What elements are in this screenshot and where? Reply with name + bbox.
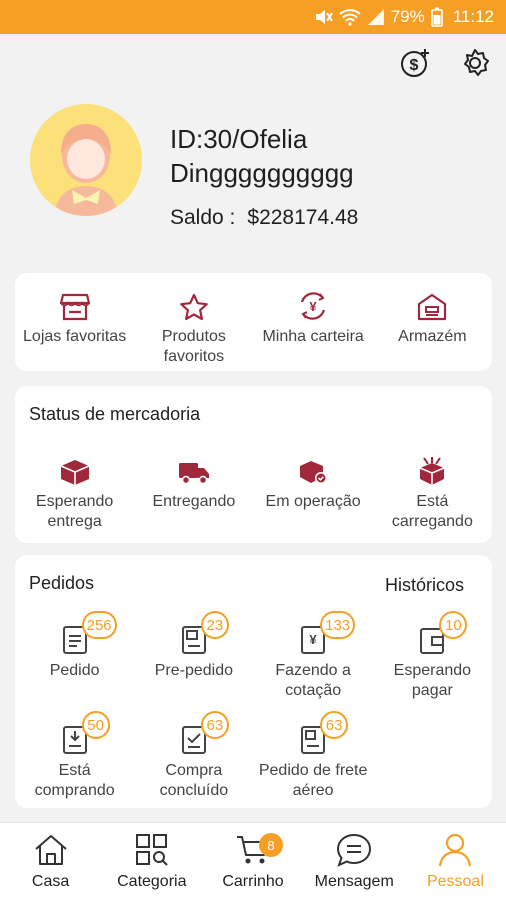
profile-id-name: ID:30/Ofelia Dingggggggggg — [170, 124, 354, 188]
order-pedido[interactable]: 256 Pedido — [15, 611, 134, 701]
tab-mensagem[interactable]: Mensagem — [304, 823, 405, 900]
clock: 11:12 — [452, 7, 494, 26]
orders-title: Pedidos — [29, 573, 95, 593]
tab-carrinho[interactable]: 8 Carrinho — [202, 823, 303, 900]
avatar[interactable] — [30, 104, 142, 216]
status-esperando-entrega[interactable]: Esperando entrega — [15, 452, 134, 532]
order-esta-comprando[interactable]: 50 Está comprando — [15, 711, 134, 801]
status-entregando[interactable]: Entregando — [134, 452, 253, 532]
status-label: Está carregando — [391, 493, 473, 530]
svg-text:¥: ¥ — [310, 632, 318, 647]
tab-label: Mensagem — [314, 873, 394, 890]
shortcuts-card: Lojas favoritas Produtos favoritos ¥ Min… — [15, 273, 492, 371]
battery-percent: 79% — [390, 7, 425, 26]
tab-label: Pessoal — [426, 873, 484, 890]
shortcut-lojas-favoritas[interactable]: Lojas favoritas — [15, 287, 134, 367]
order-frete-aereo[interactable]: 63 Pedido de frete aéreo — [254, 711, 373, 801]
order-esperando-pagar[interactable]: 10 Esperando pagar — [373, 611, 492, 701]
order-label: Pre-pedido — [154, 662, 234, 679]
tab-pessoal[interactable]: Pessoal — [405, 823, 506, 900]
person-icon — [439, 833, 472, 867]
bottom-nav: Casa Categoria 8 Carrinho Mensagem Pesso… — [0, 822, 506, 900]
order-label: Fazendo a cotação — [275, 662, 351, 699]
mute-icon — [315, 10, 333, 24]
shortcut-label: Lojas favoritas — [23, 328, 127, 345]
tab-label: Categoria — [117, 873, 187, 890]
settings-gear-icon[interactable] — [458, 46, 492, 80]
order-fazendo-cotacao[interactable]: ¥133 Fazendo a cotação — [254, 611, 373, 701]
shortcut-label: Minha carteira — [262, 328, 364, 345]
order-count-badge: 63 — [320, 711, 349, 739]
order-count-badge: 50 — [81, 711, 110, 739]
order-label: Pedido de frete aéreo — [258, 762, 368, 799]
status-label: Esperando entrega — [35, 493, 114, 530]
tab-casa[interactable]: Casa — [0, 823, 101, 900]
message-icon — [337, 833, 372, 867]
wifi-icon — [339, 9, 361, 26]
home-icon — [34, 835, 67, 865]
status-bar: 79% 11:12 — [0, 0, 506, 34]
store-icon — [59, 293, 90, 321]
status-label: Em operação — [265, 493, 361, 510]
orders-card: Pedidos Históricos 256 Pedido 23 Pre-ped… — [15, 555, 492, 808]
order-compra-concluido[interactable]: 63 Compra concluído — [134, 711, 253, 801]
category-icon — [135, 834, 168, 866]
shortcut-label: Armazém — [398, 328, 467, 345]
svg-text:¥: ¥ — [310, 299, 318, 314]
box-icon — [60, 460, 89, 485]
battery-icon — [430, 7, 443, 27]
balance-value: $228174.48 — [247, 206, 359, 229]
order-count-badge: 133 — [320, 611, 356, 639]
loading-box-icon — [420, 457, 445, 485]
tab-label: Casa — [31, 873, 70, 890]
status-label: Entregando — [152, 493, 236, 510]
status-em-operacao[interactable]: Em operação — [254, 452, 373, 532]
goods-status-title: Status de mercadoria — [29, 404, 201, 424]
tab-categoria[interactable]: Categoria — [101, 823, 202, 900]
top-actions: $ — [398, 46, 492, 80]
tab-label: Carrinho — [222, 873, 284, 890]
order-label: Esperando pagar — [393, 662, 472, 699]
shortcut-label: Produtos favoritos — [161, 328, 226, 365]
processing-icon — [300, 461, 328, 484]
status-esta-carregando[interactable]: Está carregando — [373, 452, 492, 532]
order-label: Pedido — [49, 662, 100, 679]
orders-history-link[interactable]: Históricos — [385, 575, 464, 596]
goods-status-card: Status de mercadoria Esperando entrega E… — [15, 386, 492, 543]
order-count-badge: 23 — [200, 611, 229, 639]
order-count-badge: 63 — [200, 711, 229, 739]
shortcut-minha-carteira[interactable]: ¥ Minha carteira — [254, 287, 373, 367]
order-label: Está comprando — [34, 762, 115, 799]
balance-label: Saldo : — [170, 206, 236, 229]
warehouse-icon — [418, 293, 447, 321]
order-label: Compra concluído — [159, 762, 229, 799]
star-icon — [180, 293, 208, 321]
svg-text:$: $ — [410, 57, 419, 74]
yen-exchange-icon: ¥ — [301, 292, 326, 320]
order-pre-pedido[interactable]: 23 Pre-pedido — [134, 611, 253, 701]
shortcut-armazem[interactable]: Armazém — [373, 287, 492, 367]
balance: Saldo : $228174.48 — [170, 206, 358, 230]
order-count-badge: 10 — [439, 611, 468, 639]
empty-cell — [373, 721, 492, 801]
truck-icon — [178, 463, 209, 485]
add-money-icon[interactable]: $ — [398, 46, 432, 80]
signal-icon — [367, 9, 384, 25]
cart-count-badge: 8 — [259, 833, 283, 857]
shortcut-produtos-favoritos[interactable]: Produtos favoritos — [134, 287, 253, 367]
order-count-badge: 256 — [81, 611, 117, 639]
